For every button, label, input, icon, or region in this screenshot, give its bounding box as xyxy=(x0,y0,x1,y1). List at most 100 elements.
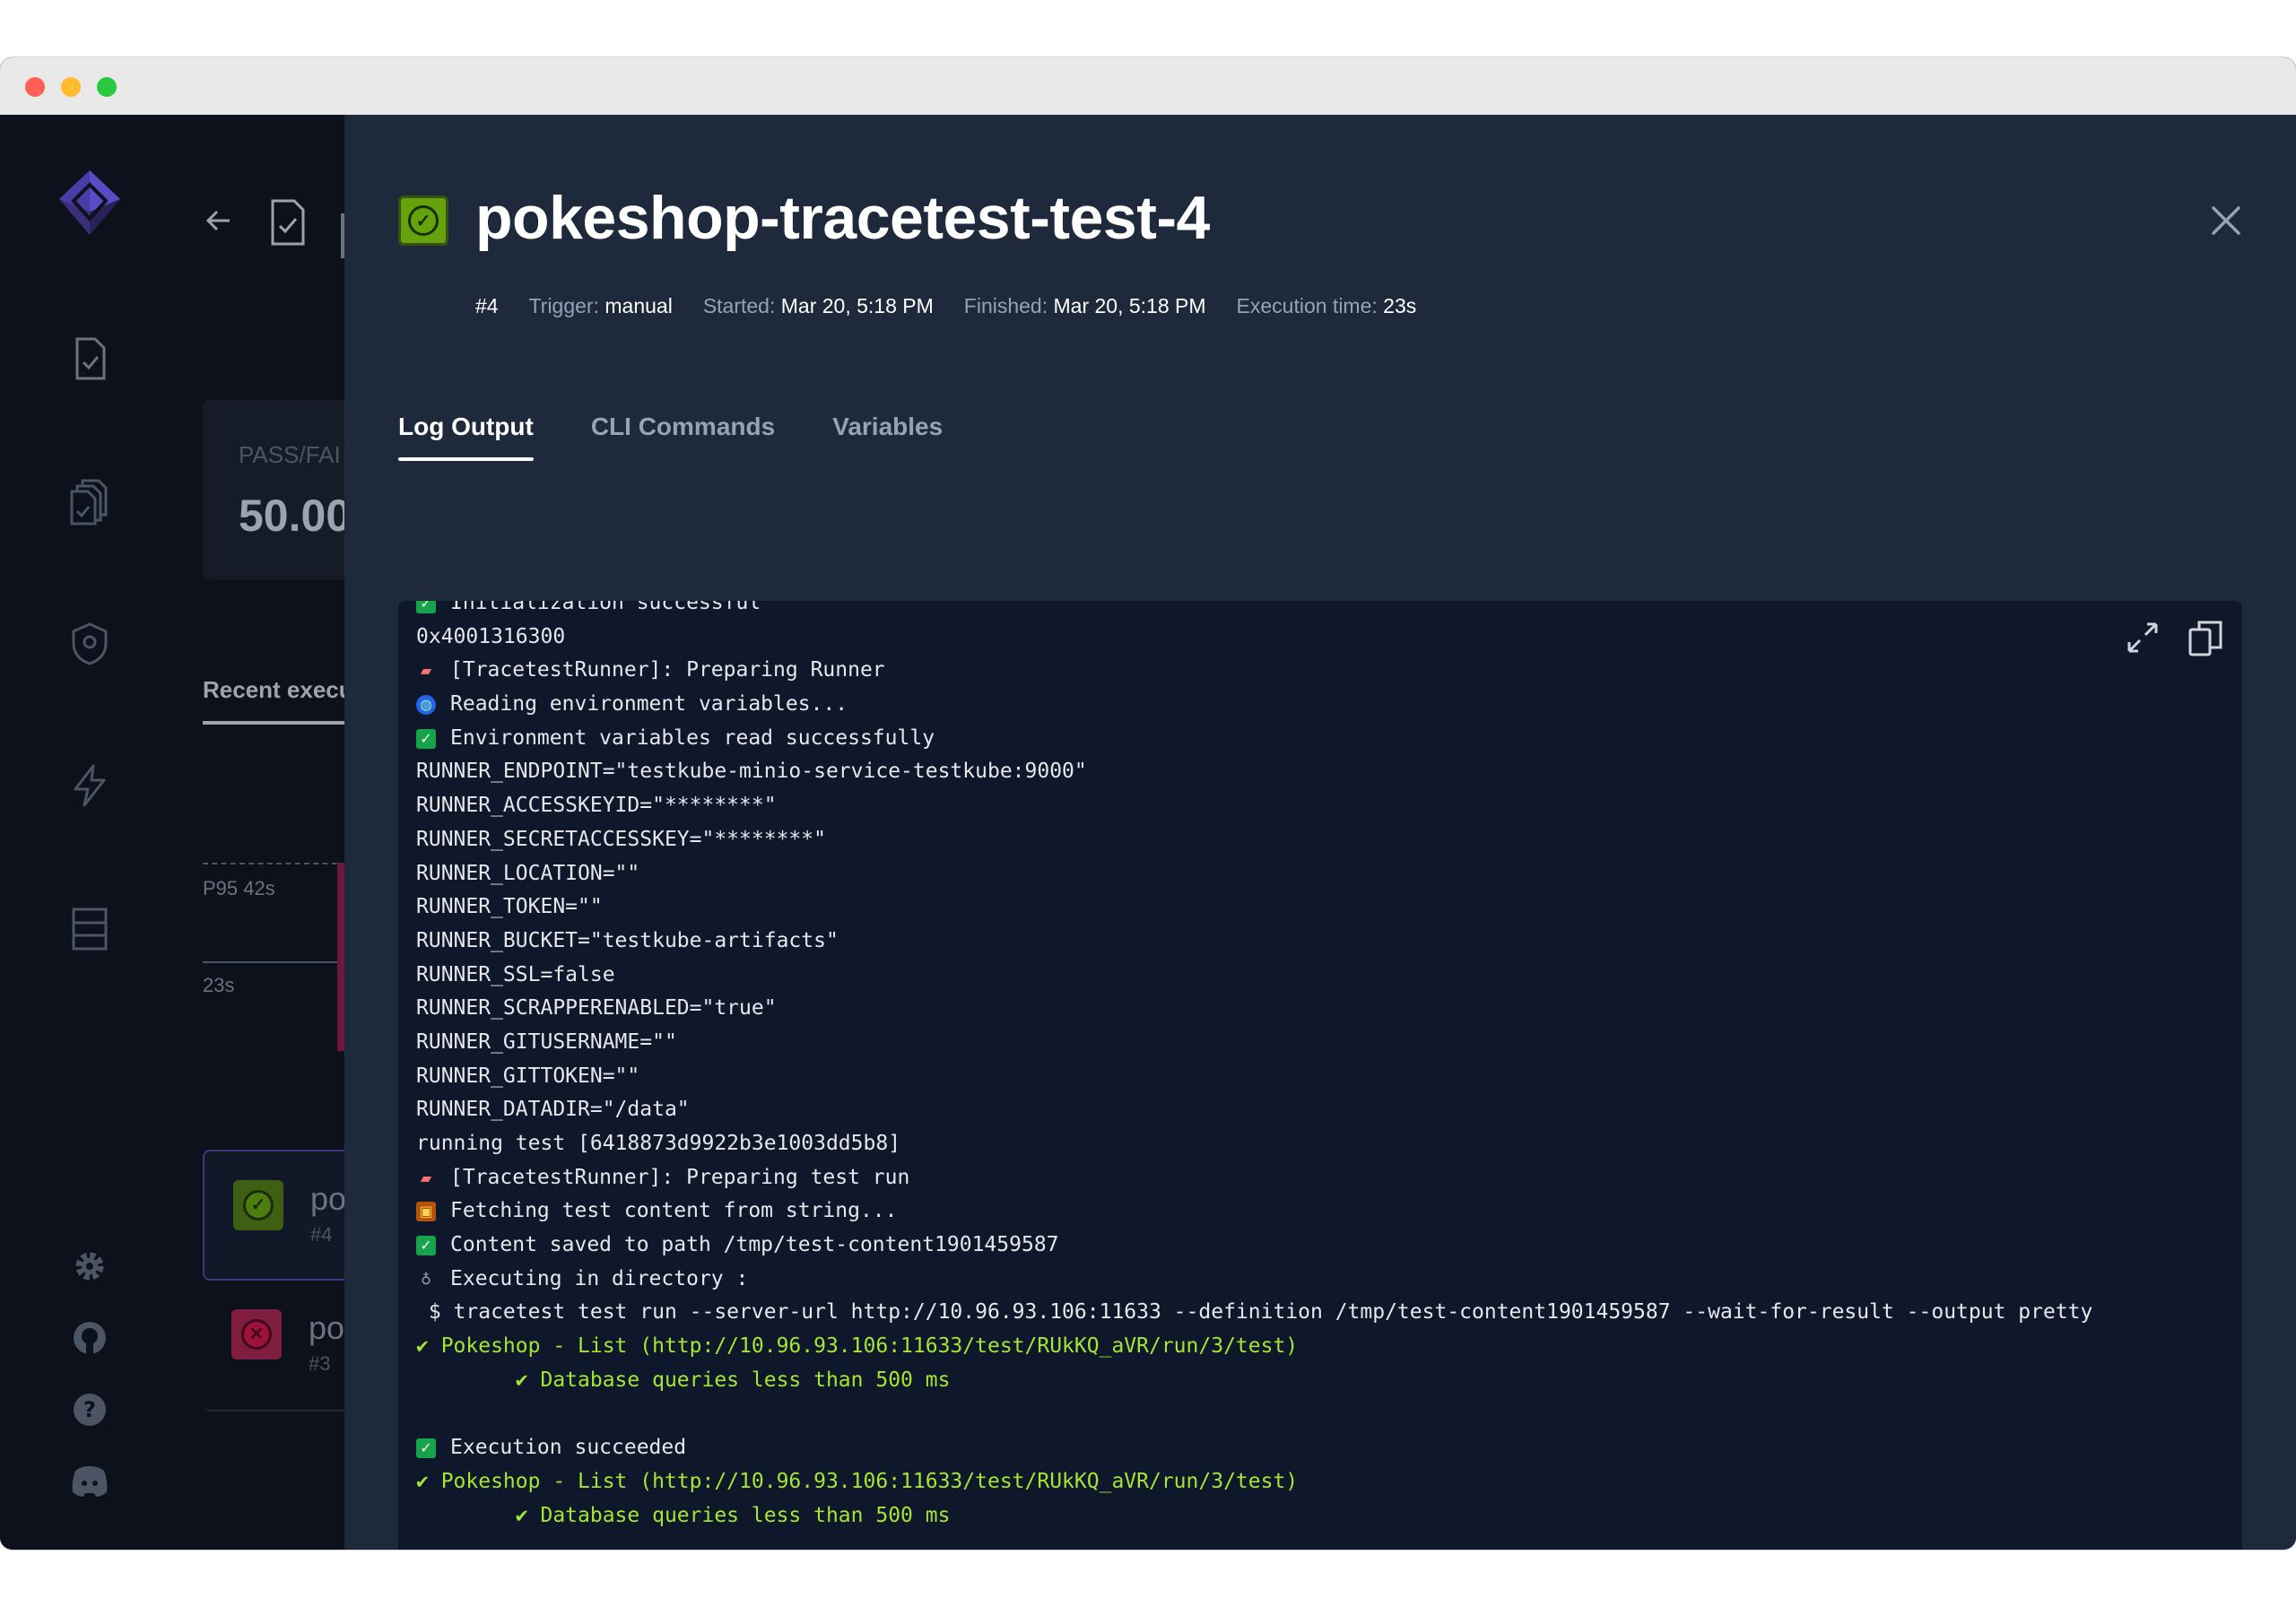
execution-item[interactable]: ✓ po #4 xyxy=(203,1150,344,1281)
back-arrow-icon[interactable] xyxy=(203,204,235,237)
globe-emoji-icon: ◍ xyxy=(416,694,436,715)
log-line: RUNNER_GITUSERNAME="" xyxy=(416,1026,2228,1060)
log-line: RUNNER_ACCESSKEYID="********" xyxy=(416,789,2228,823)
log-line-text: ✔ Database queries less than 500 ms xyxy=(416,1503,951,1527)
log-line: ◍ Reading environment variables... xyxy=(416,688,2228,722)
logo-icon[interactable] xyxy=(54,167,126,239)
log-line: ✓ Execution succeeded xyxy=(416,1431,2228,1465)
log-line-text: $ tracetest test run --server-url http:/… xyxy=(416,1300,2093,1325)
median-line xyxy=(203,961,344,963)
log-line-text: Fetching test content from string... xyxy=(450,1199,898,1223)
github-icon[interactable] xyxy=(59,1307,120,1368)
trigger-value: manual xyxy=(604,294,673,317)
log-line: ✓ Initialization successful xyxy=(416,601,2228,621)
log-line-text: Reading environment variables... xyxy=(450,692,848,717)
status-passed-icon: ✓ xyxy=(398,195,448,246)
trigger-label: Trigger: xyxy=(528,294,599,317)
window-maximize-dot[interactable] xyxy=(97,77,117,97)
test-file-icon[interactable] xyxy=(59,328,120,389)
log-line: RUNNER_TOKEN="" xyxy=(416,890,2228,925)
finished-label: Finished: xyxy=(963,294,1048,317)
trigger-meta: Trigger: manual xyxy=(529,294,673,318)
execution-time-label: Execution time: xyxy=(1236,294,1378,317)
log-line-text: RUNNER_SCRAPPERENABLED="true" xyxy=(416,996,777,1021)
log-line: ✓ Content saved to path /tmp/test-content… xyxy=(416,1229,2228,1263)
log-line: RUNNER_SCRAPPERENABLED="true" xyxy=(416,992,2228,1026)
close-icon[interactable] xyxy=(2206,201,2246,240)
browser-window: ? PASS/FAI 50.00 Recent execu P95 42s 23… xyxy=(0,57,2296,1550)
svg-text:?: ? xyxy=(83,1397,96,1422)
execution-time-meta: Execution time: 23s xyxy=(1237,294,1417,318)
finished-value: Mar 20, 5:18 PM xyxy=(1053,294,1206,317)
execution-number: #4 xyxy=(475,294,499,317)
shield-icon[interactable] xyxy=(59,613,120,674)
check-emoji-icon: ✓ xyxy=(416,728,436,749)
log-line-text: ✔ Pokeshop - List (http://10.96.93.106:1… xyxy=(416,1334,1299,1359)
execution-name: po xyxy=(309,1309,344,1346)
test-suites-icon[interactable] xyxy=(59,472,120,533)
tab-variables[interactable]: Variables xyxy=(832,413,943,461)
log-line: RUNNER_LOCATION="" xyxy=(416,857,2228,891)
check-icon: ✓ xyxy=(408,205,439,236)
log-line: $ tracetest test run --server-url http:/… xyxy=(416,1296,2228,1330)
log-line-text: Executing in directory : xyxy=(450,1266,749,1290)
page-title: pokeshop-tracetest-test-4 xyxy=(475,184,1210,252)
server-icon[interactable] xyxy=(59,899,120,960)
background-content: PASS/FAI 50.00 Recent execu P95 42s 23s … xyxy=(179,115,344,1550)
p95-label: P95 42s xyxy=(203,877,275,899)
log-line: RUNNER_BUCKET="testkube-artifacts" xyxy=(416,925,2228,959)
log-line-text: 0x4001316300 xyxy=(416,624,566,648)
log-line-text: RUNNER_GITTOKEN="" xyxy=(416,1064,640,1088)
gear-icon[interactable] xyxy=(59,1236,120,1297)
log-line: RUNNER_SECRETACCESSKEY="********" xyxy=(416,823,2228,857)
started-value: Mar 20, 5:18 PM xyxy=(780,294,934,317)
log-line: ▣ Fetching test content from string... xyxy=(416,1194,2228,1229)
fullscreen-icon[interactable] xyxy=(2124,619,2161,656)
discord-icon[interactable] xyxy=(59,1451,120,1512)
log-line-text: RUNNER_TOKEN="" xyxy=(416,895,603,919)
log-line-text: Environment variables read successfully xyxy=(450,725,935,750)
check-emoji-icon: ✓ xyxy=(416,1235,436,1255)
p95-line xyxy=(203,863,344,864)
finished-meta: Finished: Mar 20, 5:18 PM xyxy=(964,294,1206,318)
status-passed-icon: ✓ xyxy=(233,1180,283,1230)
log-line: RUNNER_SSL=false xyxy=(416,959,2228,993)
log-line: ▰ [TracetestRunner]: Preparing Runner xyxy=(416,654,2228,688)
started-label: Started: xyxy=(702,294,776,317)
log-line: ✔ Database queries less than 500 ms xyxy=(416,1364,2228,1398)
execution-item[interactable]: ✕ po #3 xyxy=(203,1281,344,1412)
truck-emoji-icon: ▰ xyxy=(420,1168,432,1186)
log-line-text: Initialization successful xyxy=(450,601,761,614)
test-file-icon xyxy=(271,199,305,246)
window-titlebar xyxy=(0,57,2296,115)
copy-icon[interactable] xyxy=(2187,619,2224,656)
bolt-icon[interactable] xyxy=(59,755,120,816)
execution-time-value: 23s xyxy=(1383,294,1417,317)
tab-log-output[interactable]: Log Output xyxy=(398,413,534,461)
tab-cli-commands[interactable]: CLI Commands xyxy=(591,413,775,461)
log-line-text: ✔ Database queries less than 500 ms xyxy=(416,1368,951,1392)
log-line: ✔ Pokeshop - List (http://10.96.93.106:1… xyxy=(416,1330,2228,1364)
log-line: ✔ Pokeshop - List (http://10.96.93.106:1… xyxy=(416,1465,2228,1499)
help-icon[interactable]: ? xyxy=(59,1379,120,1440)
log-line: ♁ Executing in directory : xyxy=(416,1263,2228,1297)
log-line: RUNNER_DATADIR="/data" xyxy=(416,1093,2228,1127)
app: ? PASS/FAI 50.00 Recent execu P95 42s 23… xyxy=(0,115,2296,1550)
log-line-text: [TracetestRunner]: Preparing test run xyxy=(450,1165,910,1189)
log-line-text: RUNNER_ENDPOINT="testkube-minio-service-… xyxy=(416,760,1087,784)
log-line: RUNNER_ENDPOINT="testkube-minio-service-… xyxy=(416,755,2228,789)
log-line: ✔ Database queries less than 500 ms xyxy=(416,1499,2228,1533)
truck-emoji-icon: ▰ xyxy=(420,662,432,680)
scope-emoji-icon: ♁ xyxy=(421,1270,431,1288)
window-close-dot[interactable] xyxy=(25,77,45,97)
log-line-text: RUNNER_SSL=false xyxy=(416,962,615,986)
log-output-panel[interactable]: ✓ Initialization successful 0x4001316300 ▰ [… xyxy=(398,601,2242,1550)
log-line: ▰ [TracetestRunner]: Preparing test run xyxy=(416,1161,2228,1195)
tab-underline xyxy=(203,721,344,725)
execution-drawer: ✓ pokeshop-tracetest-test-4 #4 Trigger: … xyxy=(344,115,2296,1550)
window-minimize-dot[interactable] xyxy=(61,77,81,97)
recent-executions-label[interactable]: Recent execu xyxy=(203,676,344,704)
sidebar: ? xyxy=(0,115,179,1550)
log-line-text: Execution succeeded xyxy=(450,1436,687,1460)
